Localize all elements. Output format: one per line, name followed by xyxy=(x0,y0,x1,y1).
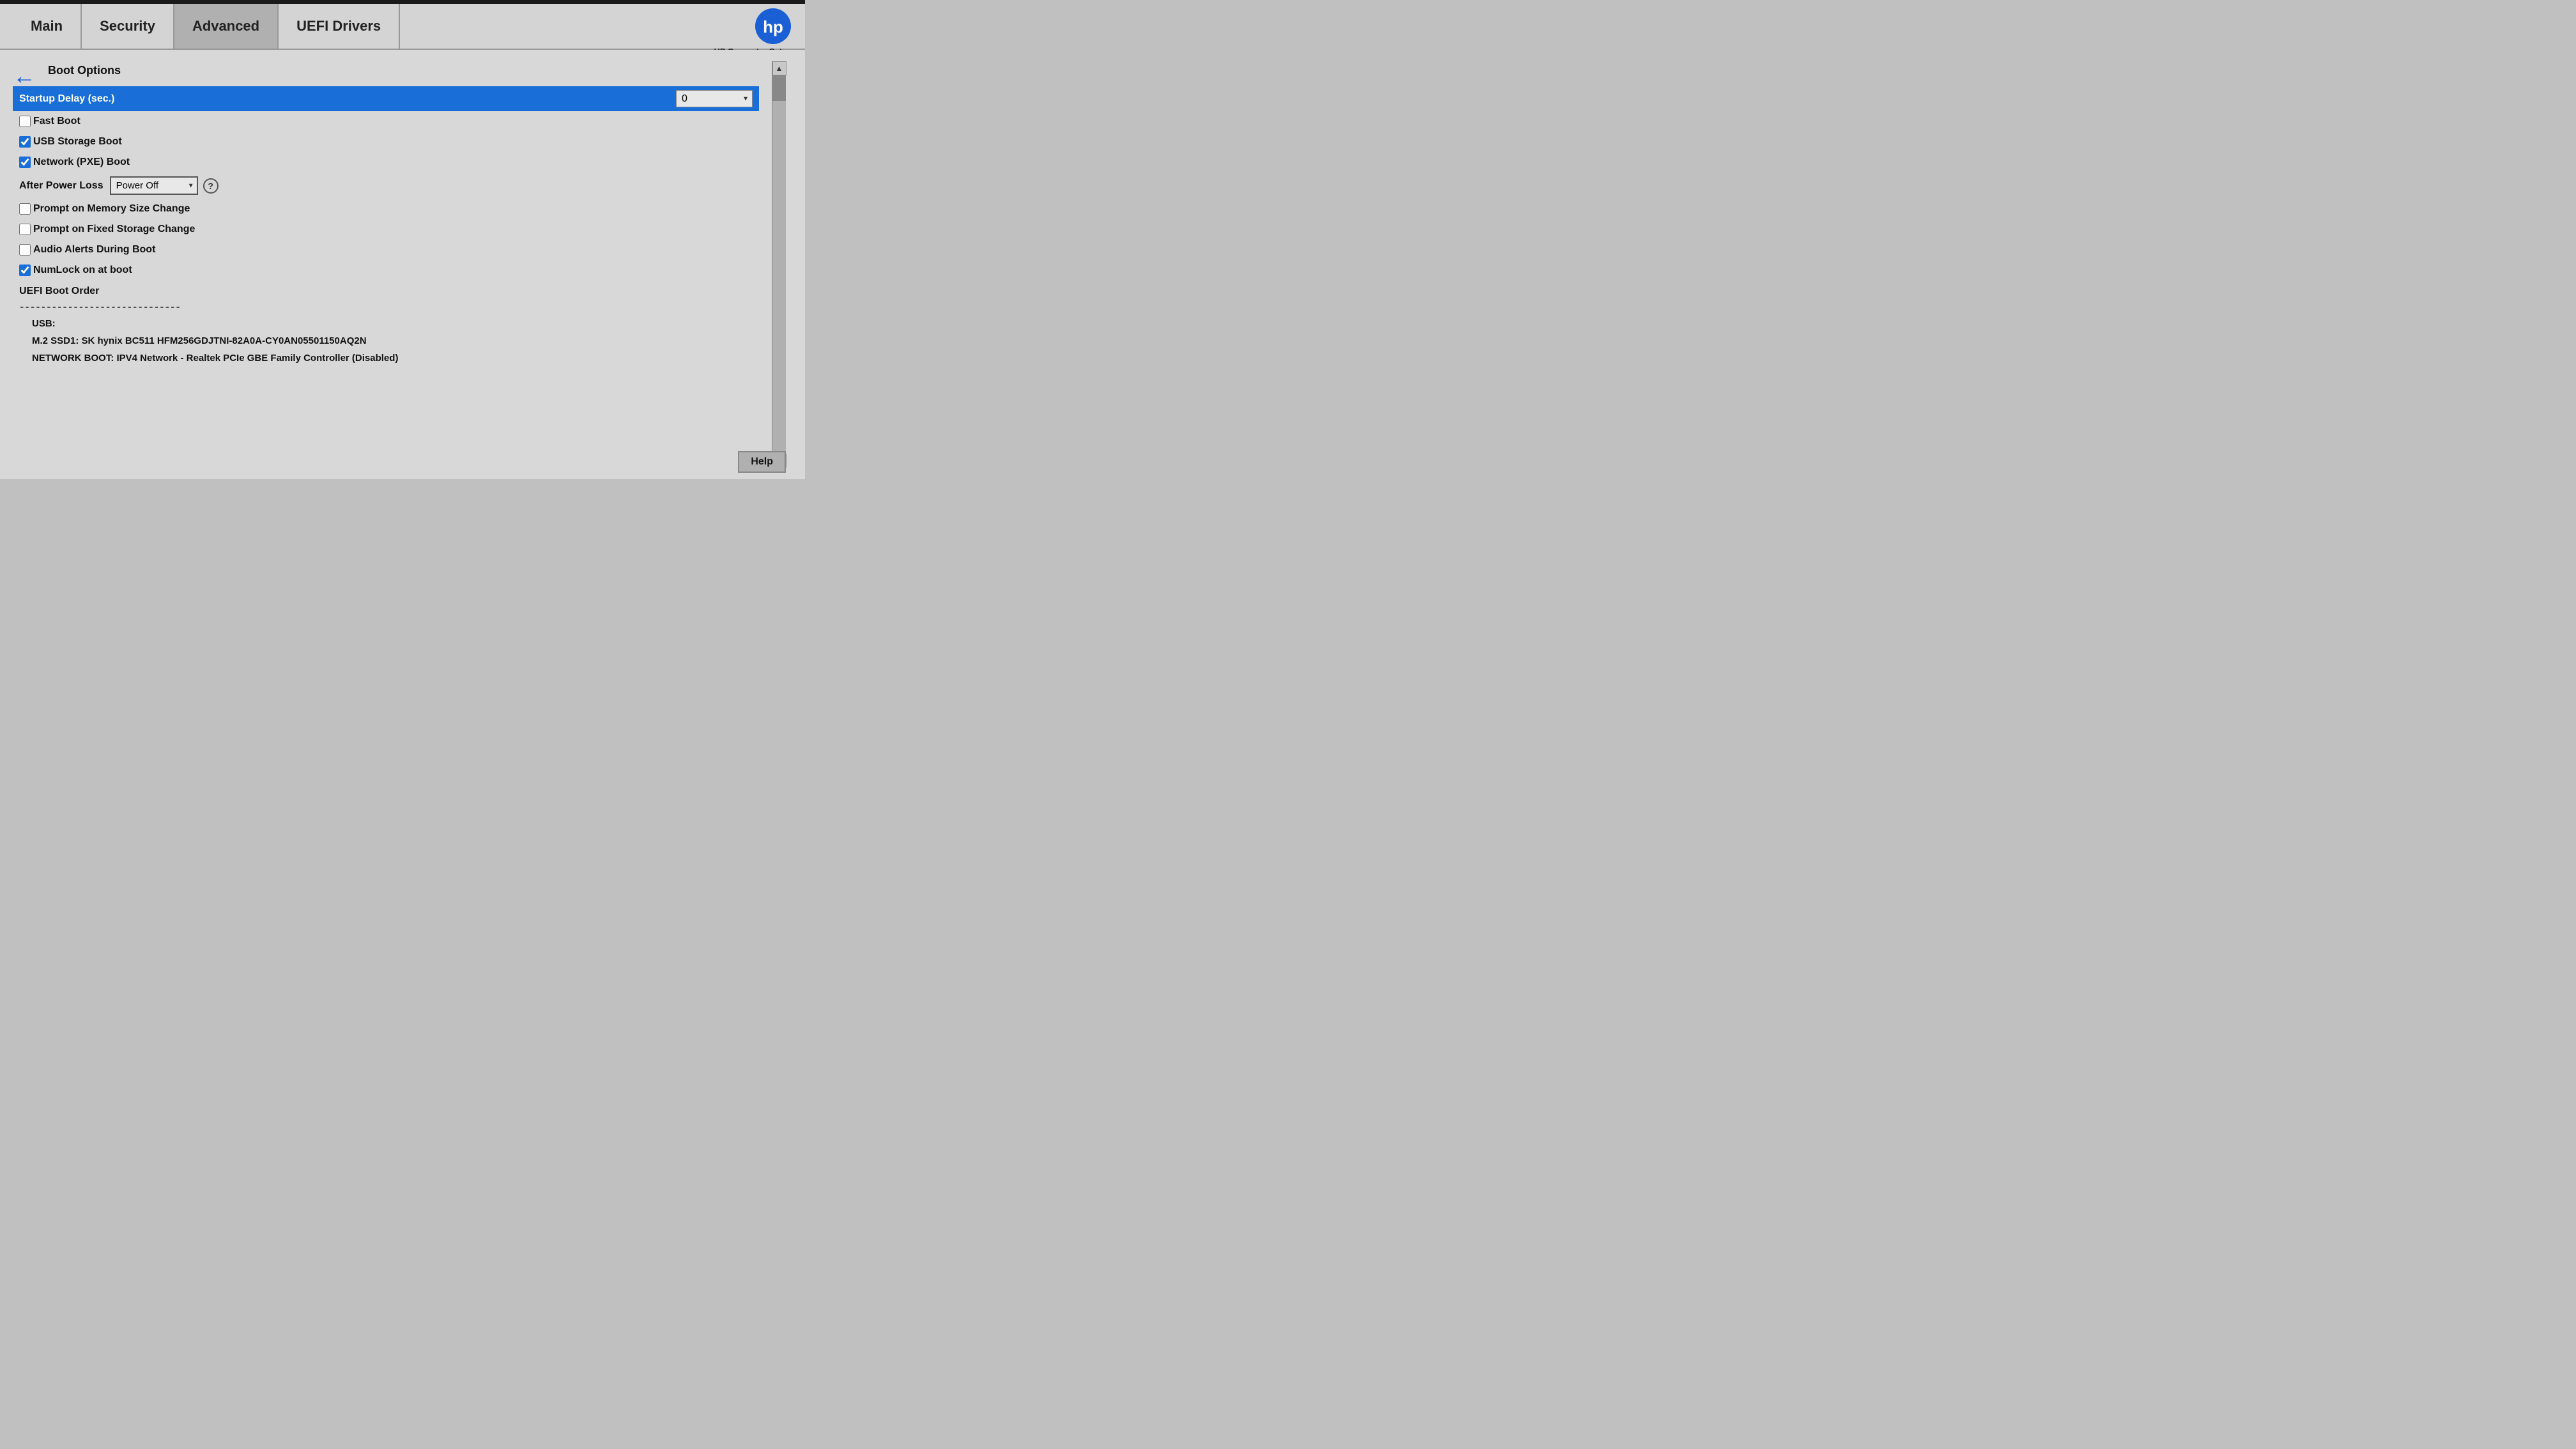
numlock-checkbox[interactable] xyxy=(19,264,31,276)
fast-boot-label: Fast Boot xyxy=(33,116,80,127)
after-power-loss-row: After Power Loss Power Off Power On Prev… xyxy=(13,172,759,199)
audio-alerts-row: Audio Alerts During Boot xyxy=(13,240,759,260)
after-power-loss-help-icon[interactable]: ? xyxy=(203,178,218,194)
boot-item-ssd[interactable]: M.2 SSD1: SK hynix BC511 HFM256GDJTNI-82… xyxy=(13,332,759,349)
audio-alerts-label: Audio Alerts During Boot xyxy=(33,244,155,256)
boot-order-section-label: UEFI Boot Order xyxy=(13,280,759,300)
network-pxe-boot-checkbox[interactable] xyxy=(19,157,31,168)
tab-main[interactable]: Main xyxy=(13,4,82,49)
usb-storage-boot-checkbox[interactable] xyxy=(19,136,31,148)
tab-security[interactable]: Security xyxy=(82,4,174,49)
content-area: ← Boot Options Startup Delay (sec.) 0 5 … xyxy=(13,61,772,468)
prompt-memory-row: Prompt on Memory Size Change xyxy=(13,199,759,219)
prompt-memory-checkbox[interactable] xyxy=(19,203,31,215)
help-button[interactable]: Help xyxy=(738,451,786,473)
tab-uefi-drivers[interactable]: UEFI Drivers xyxy=(279,4,400,49)
prompt-memory-label: Prompt on Memory Size Change xyxy=(33,203,190,215)
boot-item-usb[interactable]: USB: xyxy=(13,315,759,332)
usb-storage-boot-label: USB Storage Boot xyxy=(33,136,122,148)
back-button[interactable]: ← xyxy=(13,63,36,89)
network-pxe-boot-row: Network (PXE) Boot xyxy=(13,152,759,172)
scroll-track xyxy=(772,75,786,454)
startup-delay-dropdown-wrapper[interactable]: 0 5 10 15 20 30 60 xyxy=(676,90,753,107)
after-power-loss-dropdown[interactable]: Power Off Power On Previous State xyxy=(110,176,198,195)
numlock-row: NumLock on at boot xyxy=(13,260,759,280)
hp-logo-area: hp HP Computer Setup xyxy=(714,7,792,56)
fast-boot-checkbox[interactable] xyxy=(19,116,31,127)
scrollbar[interactable]: ▲ ▼ xyxy=(772,61,786,468)
tab-advanced[interactable]: Advanced xyxy=(174,4,279,49)
main-content: ← Boot Options Startup Delay (sec.) 0 5 … xyxy=(0,50,805,479)
page-title: Boot Options xyxy=(48,64,759,77)
nav-area: Main Security Advanced UEFI Drivers hp H… xyxy=(0,4,805,50)
svg-text:hp: hp xyxy=(763,17,783,36)
startup-delay-row[interactable]: Startup Delay (sec.) 0 5 10 15 20 30 60 xyxy=(13,86,759,111)
hp-logo-icon: hp xyxy=(754,7,792,45)
startup-delay-dropdown[interactable]: 0 5 10 15 20 30 60 xyxy=(676,90,753,107)
audio-alerts-checkbox[interactable] xyxy=(19,244,31,256)
prompt-storage-label: Prompt on Fixed Storage Change xyxy=(33,224,195,235)
usb-storage-boot-row: USB Storage Boot xyxy=(13,132,759,152)
after-power-loss-label: After Power Loss xyxy=(19,180,103,192)
network-pxe-boot-label: Network (PXE) Boot xyxy=(33,157,130,168)
prompt-storage-row: Prompt on Fixed Storage Change xyxy=(13,219,759,240)
numlock-label: NumLock on at boot xyxy=(33,264,132,276)
scroll-up-button[interactable]: ▲ xyxy=(772,61,786,75)
fast-boot-row: Fast Boot xyxy=(13,111,759,132)
boot-item-network[interactable]: NETWORK BOOT: IPV4 Network - Realtek PCI… xyxy=(13,349,759,367)
prompt-storage-checkbox[interactable] xyxy=(19,224,31,235)
scroll-thumb[interactable] xyxy=(772,75,786,101)
boot-order-divider: ------------------------------ xyxy=(13,300,759,315)
startup-delay-label: Startup Delay (sec.) xyxy=(19,93,676,105)
after-power-loss-dropdown-wrapper[interactable]: Power Off Power On Previous State xyxy=(110,176,198,195)
